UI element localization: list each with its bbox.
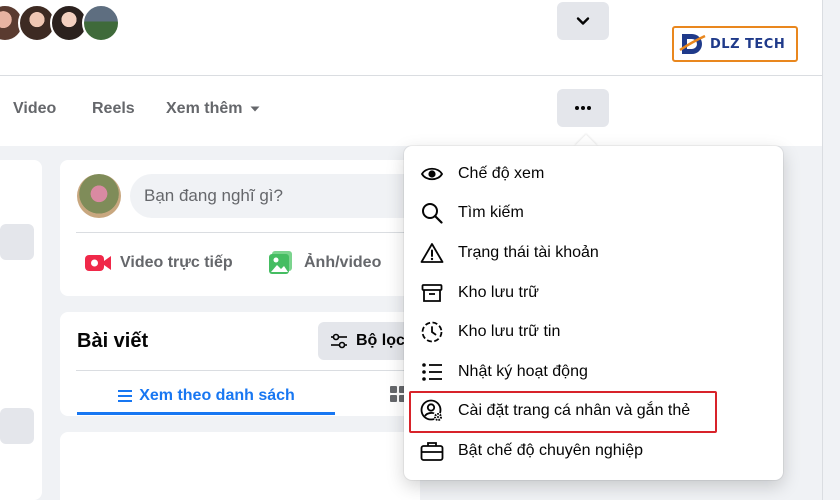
tab-label: Video [13,100,57,117]
post-composer: Bạn đang nghĩ gì? Video trực tiếp Ảnh/vi… [60,160,420,296]
menu-item-label: Bật chế độ chuyên nghiệp [458,441,644,459]
warning-icon [420,241,444,265]
menu-item-professional-mode[interactable]: Bật chế độ chuyên nghiệp [404,431,783,471]
avatar[interactable] [82,4,120,42]
live-video-icon [85,255,111,271]
section-title: Bài viết [77,330,149,352]
list-icon [118,390,133,402]
tab-see-more[interactable]: Xem thêm [166,90,261,128]
more-options-button[interactable] [557,89,609,127]
menu-item-account-status[interactable]: Trạng thái tài khoản [404,233,783,273]
intro-card [0,160,42,500]
whats-on-your-mind-input[interactable]: Bạn đang nghĩ gì? [130,174,420,218]
caret-down-icon [250,106,260,112]
dlz-tech-logo: DLZ TECH [672,26,798,62]
sidebar-button[interactable] [0,224,34,260]
briefcase-icon [420,439,444,463]
menu-item-story-archive[interactable]: Kho lưu trữ tin [404,312,783,352]
menu-item-label: Cài đặt trang cá nhân và gắn thẻ [458,402,691,420]
menu-item-search[interactable]: Tìm kiếm [404,194,783,234]
logo-text: DLZ TECH [710,36,786,52]
menu-item-label: Tìm kiếm [458,204,524,222]
menu-item-archive[interactable]: Kho lưu trữ [404,273,783,313]
photo-icon [269,251,292,274]
friend-avatars [0,4,120,42]
photo-video-button[interactable]: Ảnh/video [268,248,381,278]
menu-item-profile-settings[interactable]: Cài đặt trang cá nhân và gắn thẻ [404,392,783,432]
activity-log-icon [420,360,444,384]
tab-reels[interactable]: Reels [92,90,135,128]
tab-list-view[interactable]: Xem theo danh sách [77,378,335,414]
posts-section: Bài viết Bộ lọc Xem theo danh sách [60,312,420,416]
avatar[interactable] [77,174,121,218]
scrollbar-track[interactable] [822,0,840,500]
filter-icon [331,333,347,349]
action-label: Ảnh/video [304,254,382,271]
sidebar-button[interactable] [0,408,34,444]
header-divider [0,75,822,76]
chevron-down-icon [576,17,590,25]
archive-icon [420,281,444,305]
expand-button[interactable] [557,2,609,40]
profile-settings-icon [420,399,444,423]
menu-item-label: Kho lưu trữ [458,283,540,301]
more-options-menu: Chế độ xem Tìm kiếm Trạng thái tài khoản… [404,146,783,480]
tab-label: Reels [92,100,135,117]
post-card [60,432,420,500]
tab-video[interactable]: Video [13,90,56,128]
action-label: Video trực tiếp [120,254,233,271]
search-icon [420,201,444,225]
tab-label: Xem theo danh sách [139,387,295,404]
logo-mark-icon [679,34,706,54]
active-tab-indicator [77,412,335,415]
menu-item-view-as[interactable]: Chế độ xem [404,154,783,194]
live-video-button[interactable]: Video trực tiếp [84,248,233,278]
story-archive-icon [420,320,444,344]
more-dots-icon [575,106,591,110]
filter-label: Bộ lọc [356,332,405,349]
eye-icon [420,162,444,186]
menu-item-label: Nhật ký hoạt động [458,362,588,380]
profile-header: DLZ TECH Video Reels Xem thêm [0,0,822,146]
menu-item-label: Chế độ xem [458,164,545,182]
menu-item-label: Trạng thái tài khoản [458,243,599,261]
menu-item-activity-log[interactable]: Nhật ký hoạt động [404,352,783,392]
divider [76,370,420,371]
menu-item-label: Kho lưu trữ tin [458,323,561,341]
tab-label: Xem thêm [166,100,243,117]
divider [76,232,420,233]
